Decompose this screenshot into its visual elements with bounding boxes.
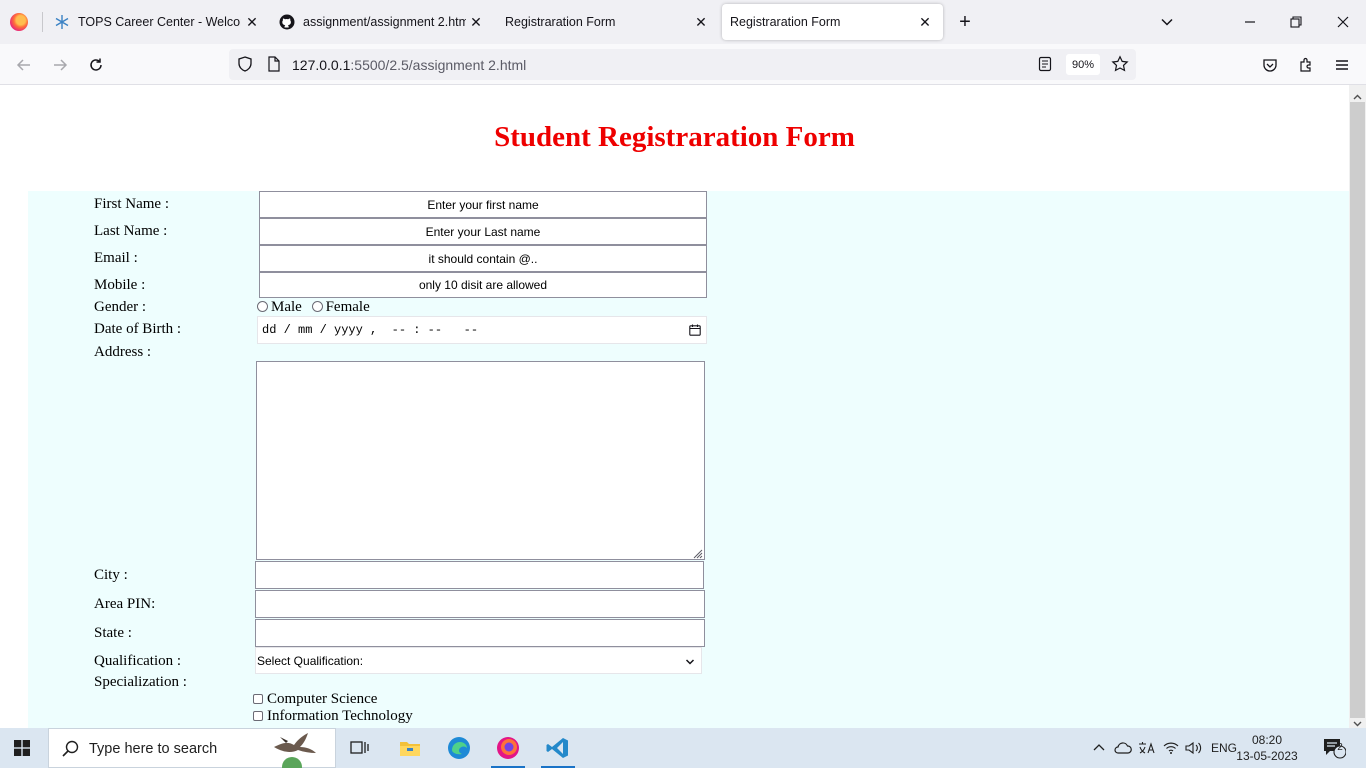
speaker-volume-icon[interactable] xyxy=(1184,728,1204,768)
url-bar[interactable]: 127.0.0.1:5500/2.5/assignment 2.html 90% xyxy=(229,49,1136,80)
close-tab-icon[interactable]: ✕ xyxy=(693,14,709,30)
mobile-label: Mobile : xyxy=(94,277,146,293)
city-input[interactable] xyxy=(255,561,704,589)
dob-datetime-input[interactable]: dd / mm / yyyy , -- : -- -- xyxy=(257,316,707,344)
information-technology-checkbox[interactable] xyxy=(253,711,263,721)
firefox-icon[interactable] xyxy=(10,13,28,31)
pocket-icon[interactable] xyxy=(1259,54,1281,76)
tab-registration-form-active[interactable]: Registraration Form ✕ xyxy=(722,4,943,40)
task-view-icon[interactable] xyxy=(337,728,383,768)
female-option-label: Female xyxy=(325,299,370,315)
state-label: State : xyxy=(94,625,132,641)
scrollbar-thumb[interactable] xyxy=(1350,102,1365,718)
show-hidden-icons-chevron-icon[interactable] xyxy=(1090,728,1108,768)
tab-registration-form-1[interactable]: Registraration Form ✕ xyxy=(505,0,709,44)
mobile-input[interactable]: only 10 disit are allowed xyxy=(259,272,707,298)
page-title: Student Registraration Form xyxy=(494,121,855,153)
vertical-scrollbar[interactable] xyxy=(1349,85,1366,728)
hamburger-menu-icon[interactable] xyxy=(1331,54,1353,76)
search-icon xyxy=(62,740,79,757)
windows-taskbar: Type here to search ENG 08:20 13-05-2023 xyxy=(0,728,1366,773)
forward-arrow-icon[interactable] xyxy=(49,54,71,76)
area-pin-input[interactable] xyxy=(255,590,705,618)
system-clock[interactable]: 08:20 13-05-2023 xyxy=(1236,732,1298,764)
new-tab-plus-icon[interactable]: + xyxy=(955,12,975,32)
last-name-input[interactable]: Enter your Last name xyxy=(259,218,707,245)
notification-count-badge: 2 xyxy=(1337,742,1343,753)
chevron-down-icon[interactable] xyxy=(1158,13,1176,31)
tab-strip: TOPS Career Center - Welcome ✕ assignmen… xyxy=(0,0,1366,44)
github-icon xyxy=(279,14,295,30)
male-radio[interactable] xyxy=(257,301,268,312)
male-option-label: Male xyxy=(271,299,302,315)
chevron-down-icon xyxy=(685,656,695,666)
edge-browser-icon[interactable] xyxy=(436,728,482,768)
extensions-icon[interactable] xyxy=(1295,54,1317,76)
tab-label: Registraration Form xyxy=(505,15,616,29)
tab-divider xyxy=(42,12,43,32)
address-textarea[interactable] xyxy=(256,361,705,560)
tab-label: Registraration Form xyxy=(730,15,841,29)
onedrive-cloud-icon[interactable] xyxy=(1113,728,1133,768)
gender-label: Gender : xyxy=(94,299,147,315)
file-explorer-icon[interactable] xyxy=(387,728,433,768)
first-name-input[interactable]: Enter your first name xyxy=(259,191,707,218)
information-technology-option: Information Technology xyxy=(253,708,413,725)
clock-date: 13-05-2023 xyxy=(1236,749,1298,763)
vscode-icon[interactable] xyxy=(535,728,581,768)
tab-tops-career[interactable]: TOPS Career Center - Welcome ✕ xyxy=(54,0,260,44)
windows-start-icon[interactable] xyxy=(14,740,30,756)
notification-center-icon[interactable]: 2 xyxy=(1320,728,1348,768)
search-placeholder: Type here to search xyxy=(89,741,218,757)
gender-options: Male Female xyxy=(257,299,370,316)
search-highlight-bird-icon xyxy=(264,729,336,773)
reader-view-icon[interactable] xyxy=(1037,56,1053,72)
close-tab-icon[interactable]: ✕ xyxy=(468,14,484,30)
bookmark-star-icon[interactable] xyxy=(1111,55,1129,73)
dob-label: Date of Birth : xyxy=(94,321,182,337)
computer-science-checkbox[interactable] xyxy=(253,694,263,704)
minimize-icon[interactable] xyxy=(1238,10,1262,34)
close-tab-icon[interactable]: ✕ xyxy=(244,14,260,30)
email-input[interactable]: it should contain @.. xyxy=(259,245,707,272)
area-pin-label: Area PIN: xyxy=(94,596,156,612)
zoom-level-badge[interactable]: 90% xyxy=(1066,54,1100,75)
close-window-icon[interactable] xyxy=(1331,10,1355,34)
city-label: City : xyxy=(94,567,128,583)
scroll-up-arrow-icon[interactable] xyxy=(1353,89,1362,100)
specialization-label: Specialization : xyxy=(94,674,187,690)
close-tab-icon[interactable]: ✕ xyxy=(917,14,933,30)
calendar-icon[interactable] xyxy=(689,324,701,336)
computer-science-option: Computer Science xyxy=(253,691,377,708)
clock-time: 08:20 xyxy=(1251,733,1283,747)
first-name-label: First Name : xyxy=(94,196,169,212)
scroll-down-arrow-icon[interactable] xyxy=(1353,715,1362,727)
address-label: Address : xyxy=(94,344,152,360)
email-label: Email : xyxy=(94,250,138,266)
page-icon[interactable] xyxy=(267,56,281,72)
snowflake-icon xyxy=(54,14,70,30)
back-arrow-icon[interactable] xyxy=(13,54,35,76)
restore-icon[interactable] xyxy=(1284,10,1308,34)
tab-label: assignment/assignment 2.html xyxy=(303,15,466,29)
state-input[interactable] xyxy=(255,619,705,647)
input-method-icon[interactable] xyxy=(1137,728,1157,768)
taskbar-search-box[interactable]: Type here to search xyxy=(48,728,336,773)
reload-icon[interactable] xyxy=(85,54,107,76)
female-radio[interactable] xyxy=(311,301,323,312)
last-name-label: Last Name : xyxy=(94,223,168,239)
qualification-label: Qualification : xyxy=(94,653,182,669)
firefox-taskbar-icon[interactable] xyxy=(485,728,531,768)
url-text[interactable]: 127.0.0.1:5500/2.5/assignment 2.html xyxy=(292,57,526,73)
page-viewport: Student Registraration Form First Name :… xyxy=(0,85,1349,728)
qualification-select[interactable]: Select Qualification: xyxy=(255,647,702,674)
resize-grip-icon[interactable] xyxy=(691,546,703,559)
tab-github-assignment[interactable]: assignment/assignment 2.html ✕ xyxy=(279,0,484,44)
navigation-toolbar: 127.0.0.1:5500/2.5/assignment 2.html 90% xyxy=(0,44,1366,85)
language-indicator[interactable]: ENG xyxy=(1209,728,1239,768)
wifi-icon[interactable] xyxy=(1161,728,1181,768)
tab-label: TOPS Career Center - Welcome xyxy=(78,15,241,29)
shield-icon[interactable] xyxy=(237,56,253,72)
